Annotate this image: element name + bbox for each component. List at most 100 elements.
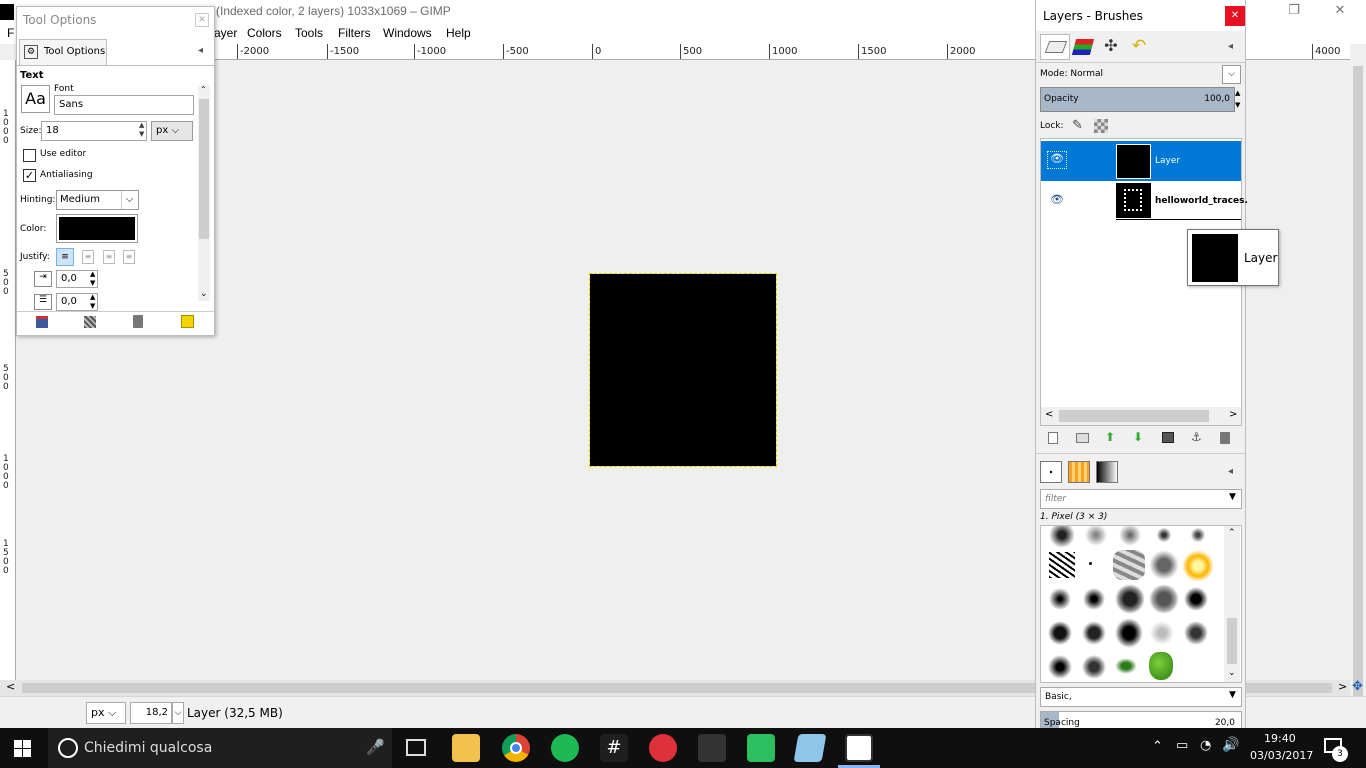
unit-selector[interactable]: px ⌵ (86, 702, 126, 724)
clock-date[interactable]: 03/03/2017 (1250, 749, 1313, 762)
dock-close-button[interactable]: ✕ (1225, 6, 1245, 26)
image-canvas[interactable] (589, 273, 777, 467)
close-icon[interactable]: ✕ (195, 13, 209, 27)
size-stepper-icon[interactable]: ▲ ▼ (139, 121, 147, 141)
line-spacing-stepper-icon[interactable]: ▲ ▼ (90, 293, 98, 311)
tab-tool-options[interactable]: ⚙ Tool Options (19, 39, 107, 65)
tab-menu-icon[interactable]: ◂ (1228, 466, 1233, 477)
tab-undo-history[interactable]: ↶ (1126, 36, 1152, 58)
brush-item[interactable] (1047, 620, 1073, 646)
tab-menu-icon[interactable]: ◂ (1228, 41, 1233, 52)
brush-item[interactable] (1183, 586, 1209, 612)
reset-options-icon[interactable] (181, 315, 194, 328)
brush-item[interactable] (1049, 526, 1075, 548)
use-editor-checkbox[interactable] (23, 149, 36, 162)
tab-patterns[interactable] (1068, 461, 1090, 483)
brush-item[interactable] (1081, 654, 1107, 680)
app-blue-icon[interactable] (793, 734, 827, 762)
chevron-up-icon[interactable]: ⌃ (1152, 739, 1163, 754)
app-red-icon[interactable] (649, 734, 677, 762)
brush-item[interactable] (1149, 550, 1179, 580)
brush-item[interactable] (1049, 552, 1075, 578)
brush-item[interactable] (1149, 584, 1179, 614)
brush-preset-dropdown[interactable]: Basic, ▼ (1040, 687, 1242, 707)
brush-grid-scrollbar[interactable]: ⌃ ⌄ (1224, 526, 1240, 682)
scroll-right-icon[interactable]: > (1338, 680, 1347, 693)
scroll-left-icon[interactable]: < (6, 680, 15, 693)
brush-item[interactable] (1149, 652, 1173, 680)
evernote-icon[interactable] (747, 734, 775, 762)
brush-filter-input[interactable]: filter ▼ (1040, 489, 1242, 509)
lower-layer-icon[interactable]: ⬇ (1133, 430, 1143, 444)
task-view-icon[interactable] (406, 739, 426, 756)
layers-hscrollbar[interactable]: < > (1041, 407, 1241, 425)
restore-options-icon[interactable] (84, 316, 96, 328)
file-explorer-icon[interactable] (452, 734, 480, 762)
indent-stepper-icon[interactable]: ▲ ▼ (90, 270, 98, 288)
mode-dropdown[interactable]: ⌵ (1222, 65, 1241, 84)
layer-row-layer[interactable]: 👁 Layer (1041, 141, 1241, 181)
raise-layer-icon[interactable]: ⬆ (1105, 430, 1115, 444)
brush-item[interactable] (1185, 526, 1211, 548)
menu-file[interactable]: F (7, 26, 14, 40)
gimp-taskbar-icon[interactable] (698, 734, 726, 762)
cortana-search[interactable]: Chiedimi qualcosa 🎤 (48, 728, 392, 768)
menu-help[interactable]: Help (446, 26, 471, 40)
brush-item[interactable] (1081, 586, 1107, 612)
tab-paths[interactable]: ✣ (1098, 36, 1124, 58)
brush-item[interactable] (1149, 620, 1175, 646)
menu-filters[interactable]: Filters (338, 26, 371, 40)
brush-item[interactable] (1115, 618, 1143, 648)
opacity-slider[interactable]: Opacity 100,0 (1040, 87, 1235, 112)
eye-icon[interactable]: 👁 (1047, 193, 1067, 209)
brush-item[interactable] (1183, 620, 1209, 646)
menu-layer[interactable]: ayer (214, 26, 237, 40)
justify-left-button[interactable]: ≡ (56, 248, 74, 266)
delete-options-icon[interactable] (133, 315, 143, 328)
brush-item[interactable] (1182, 550, 1214, 582)
close-button[interactable]: ✕ (1318, 0, 1362, 22)
slack-icon[interactable]: # (600, 734, 628, 762)
spotify-icon[interactable] (551, 734, 579, 762)
delete-layer-icon[interactable] (1220, 432, 1230, 444)
tab-gradients[interactable] (1096, 461, 1118, 483)
zoom-input[interactable]: 18,2 % (130, 702, 172, 738)
chrome-icon[interactable] (502, 734, 530, 762)
lock-pixels-icon[interactable]: ✎ (1072, 118, 1083, 133)
brush-grid[interactable]: ⌃ ⌄ (1040, 525, 1242, 683)
color-button[interactable] (56, 214, 138, 243)
photos-icon[interactable] (845, 734, 873, 762)
navigate-icon[interactable]: ✥ (1352, 679, 1363, 694)
unit-dropdown[interactable]: px ⌵ (151, 121, 193, 141)
brush-item[interactable] (1115, 658, 1137, 674)
battery-icon[interactable]: ▭ (1176, 738, 1188, 753)
menu-windows[interactable]: Windows (383, 26, 432, 40)
new-layer-group-icon[interactable] (1076, 433, 1089, 443)
clock-time[interactable]: 19:40 (1264, 732, 1296, 745)
menu-colors[interactable]: Colors (247, 26, 282, 40)
brush-item[interactable] (1083, 526, 1109, 548)
brush-item[interactable] (1117, 526, 1143, 548)
vertical-ruler[interactable]: 1000 500 500 1000 1500 (0, 60, 16, 680)
menu-tools[interactable]: Tools (295, 26, 323, 40)
brush-item[interactable] (1151, 526, 1177, 548)
brush-item[interactable] (1089, 562, 1092, 565)
brush-item[interactable] (1047, 586, 1073, 612)
lock-alpha-icon[interactable] (1094, 119, 1108, 133)
font-icon[interactable]: Aa (21, 85, 50, 113)
eye-icon[interactable]: 👁 (1047, 151, 1067, 169)
zoom-dropdown-icon[interactable]: ⌵ (172, 702, 184, 724)
volume-icon[interactable]: 🔊 (1222, 737, 1239, 753)
justify-right-button[interactable]: ≡ (82, 250, 94, 264)
restore-button[interactable]: ❐ (1272, 0, 1316, 22)
windows-start-icon[interactable] (14, 740, 32, 758)
font-input[interactable]: Sans (54, 95, 194, 115)
brush-item[interactable] (1113, 550, 1145, 580)
tab-menu-icon[interactable]: ◂ (198, 45, 203, 56)
microphone-icon[interactable]: 🎤 (366, 738, 385, 756)
tab-brushes[interactable] (1040, 461, 1062, 483)
justify-center-button[interactable]: ≡ (103, 250, 115, 264)
vertical-scrollbar[interactable] (1350, 44, 1366, 706)
anchor-layer-icon[interactable]: ⚓ (1191, 430, 1202, 444)
brush-item[interactable] (1081, 620, 1107, 646)
